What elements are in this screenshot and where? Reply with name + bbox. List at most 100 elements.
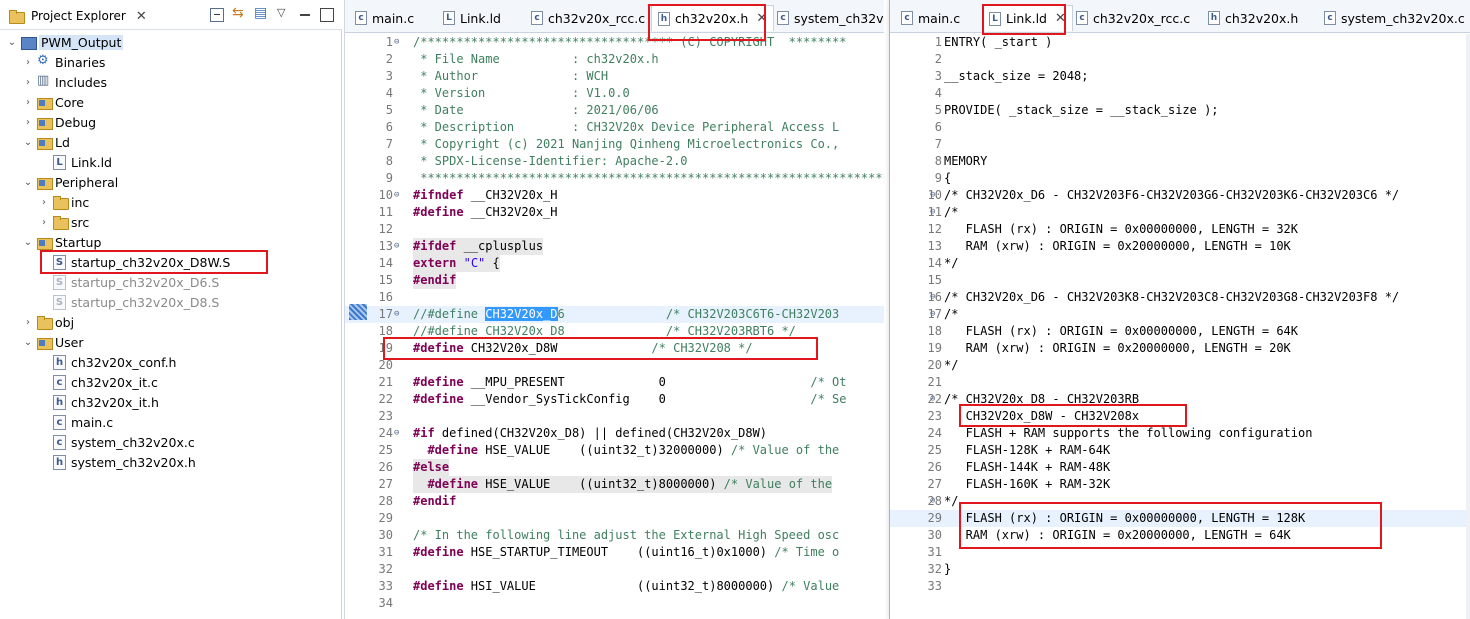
tree-item[interactable]: c ch32v20x_it.c [38,372,158,392]
maximize-icon[interactable] [320,8,334,22]
fold-toggle-icon[interactable]: ⊖ [394,306,404,323]
code-line[interactable]: 29 FLASH (rx) : ORIGIN = 0x00000000, LEN… [890,510,1470,527]
tree-item[interactable]: ⌄ Peripheral [22,172,118,192]
code-line[interactable]: 15 [890,272,1470,289]
code-line[interactable]: 3 * Author : WCH [345,68,884,85]
code-line[interactable]: 24 ⊖ #if defined(CH32V20x_D8) || defined(C… [345,425,884,442]
code-line[interactable]: 6 * Description : CH32V20x Device Periph… [345,119,884,136]
chevron-right-icon[interactable]: › [22,317,34,328]
code-line[interactable]: 2 [890,51,1470,68]
code-line[interactable]: 13 RAM (xrw) : ORIGIN = 0x20000000, LENG… [890,238,1470,255]
chevron-right-icon[interactable]: › [38,217,50,228]
tree-item[interactable]: › obj [22,312,74,332]
code-line[interactable]: 24 FLASH + RAM supports the following co… [890,425,1470,442]
code-line[interactable]: 1 ⊖ /*********************************** (… [345,34,884,51]
tree-item[interactable]: Sstartup_ch32v20x_D6.S [38,272,219,292]
editor-tab[interactable]: h ch32v20x.h [1202,5,1304,31]
code-line[interactable]: 26 #else [345,459,884,476]
fold-toggle-icon[interactable]: ⊖ [930,204,940,221]
code-line[interactable]: 22 #define __Vendor_SysTickConfig 0 /* Se [345,391,884,408]
tree-item[interactable]: ⌄ Startup [22,232,101,252]
code-line[interactable]: 4 * Version : V1.0.0 [345,85,884,102]
filter-icon[interactable] [254,5,268,22]
chevron-down-icon[interactable]: ⌄ [22,337,34,348]
chevron-right-icon[interactable]: › [22,97,34,108]
code-line[interactable]: 5 PROVIDE( _stack_size = __stack_size ); [890,102,1470,119]
fold-toggle-icon[interactable]: ⊖ [394,34,404,51]
code-line[interactable]: 10 ⊖/* CH32V20x_D6 - CH32V203F6-CH32V203G… [890,187,1470,204]
code-line[interactable]: 31 #define HSE_STARTUP_TIMEOUT ((uint16_t… [345,544,884,561]
code-line[interactable]: 8 * SPDX-License-Identifier: Apache-2.0 [345,153,884,170]
code-line[interactable]: 8 MEMORY [890,153,1470,170]
chevron-right-icon[interactable]: › [22,77,34,88]
code-line[interactable]: 7 * Copyright (c) 2021 Nanjing Qinheng M… [345,136,884,153]
chevron-right-icon[interactable]: › [22,57,34,68]
code-line[interactable]: 17 ⊖//#define CH32V20x_D6 /* CH32V203C6T6… [345,306,884,323]
code-line[interactable]: 3 __stack_size = 2048; [890,68,1470,85]
fold-toggle-icon[interactable]: ⊖ [930,391,940,408]
code-line[interactable]: 25 FLASH-128K + RAM-64K [890,442,1470,459]
tree-item[interactable]: › src [38,212,89,232]
code-line[interactable]: 6 [890,119,1470,136]
tree-item[interactable]: › Core [22,92,84,112]
code-line[interactable]: 12 FLASH (rx) : ORIGIN = 0x00000000, LEN… [890,221,1470,238]
code-line[interactable]: 23 [345,408,884,425]
editor-tab[interactable]: c system_ch32v20x.c [1318,5,1470,31]
tree-item[interactable]: Sstartup_ch32v20x_D8W.S [38,252,230,272]
tree-item[interactable]: h system_ch32v20x.h [38,452,196,472]
code-line[interactable]: 19 #define CH32V20x_D8W /* CH32V208 */ [345,340,884,357]
fold-toggle-icon[interactable]: ⊖ [930,187,940,204]
code-line[interactable]: 18 FLASH (rx) : ORIGIN = 0x00000000, LEN… [890,323,1470,340]
code-line[interactable]: 20 [345,357,884,374]
link-with-editor-icon[interactable] [232,5,246,22]
minimize-icon[interactable] [298,8,312,22]
close-icon[interactable]: ✕ [136,9,147,24]
editor-tab[interactable]: c main.c [895,5,966,31]
chevron-down-icon[interactable]: ⌄ [22,177,34,188]
code-line[interactable]: 18 //#define CH32V20x_D8 /* CH32V203RBT6 … [345,323,884,340]
code-line[interactable]: 2 * File Name : ch32v20x.h [345,51,884,68]
tree-item[interactable]: ⌄ User [22,332,84,352]
tree-item[interactable]: › Debug [22,112,96,132]
code-line[interactable]: 12 [345,221,884,238]
code-line[interactable]: 1 ENTRY( _start ) [890,34,1470,51]
tree-item[interactable]: › Includes [22,72,107,92]
code-line[interactable]: 27 FLASH-160K + RAM-32K [890,476,1470,493]
tree-item[interactable]: ⌄ PWM_Output [6,32,124,52]
code-line[interactable]: 29 [345,510,884,527]
vertical-scrollbar[interactable] [1466,34,1470,619]
code-line[interactable]: 15 #endif [345,272,884,289]
code-line[interactable]: 16 [345,289,884,306]
code-line[interactable]: 33 [890,578,1470,595]
code-line[interactable]: 30 RAM (xrw) : ORIGIN = 0x20000000, LENG… [890,527,1470,544]
code-line[interactable]: 7 [890,136,1470,153]
chevron-right-icon[interactable]: › [38,197,50,208]
editor-tab[interactable]: L Link.ld ✕ [982,5,1073,31]
code-line[interactable]: 10 ⊖ #ifndef __CH32V20x_H [345,187,884,204]
code-line[interactable]: 34 [345,595,884,612]
editor-tab[interactable]: L Link.ld [437,5,507,31]
tree-item[interactable]: c main.c [38,412,113,432]
tree-item[interactable]: ⌄ Ld [22,132,70,152]
tree-item[interactable]: › inc [38,192,89,212]
editor-tab[interactable]: h ch32v20x.h ✕ [651,5,775,31]
code-line[interactable]: 5 * Date : 2021/06/06 [345,102,884,119]
code-line[interactable]: 33 #define HSI_VALUE ((uint32_t)8000000) … [345,578,884,595]
code-line[interactable]: 22 ⊖/* CH32V20x D8 - CH32V203RB [890,391,1470,408]
code-line[interactable]: 32 [345,561,884,578]
code-line[interactable]: 4 [890,85,1470,102]
code-line[interactable]: 20 */ [890,357,1470,374]
code-line[interactable]: 9{ [890,170,1470,187]
code-line[interactable]: 27 #define HSE_VALUE ((uint32_t)8000000)… [345,476,884,493]
tab-project-explorer[interactable]: Project Explorer ✕ [2,4,151,28]
tree-item[interactable]: › Binaries [22,52,105,72]
editor-tab[interactable]: c ch32v20x_rcc.c [1070,5,1196,31]
code-line[interactable]: 23 CH32V20x_D8W - CH32V208x [890,408,1470,425]
code-line[interactable]: 21 #define __MPU_PRESENT 0 /* Ot [345,374,884,391]
code-line[interactable]: 28 #endif [345,493,884,510]
code-line[interactable]: 26 FLASH-144K + RAM-48K [890,459,1470,476]
editor-tab[interactable]: c system_ch32v20x [771,5,884,31]
code-line[interactable]: 28 ⊖ */ [890,493,1470,510]
fold-toggle-icon[interactable]: ⊖ [930,493,940,510]
code-line[interactable]: 9 **************************************… [345,170,884,187]
